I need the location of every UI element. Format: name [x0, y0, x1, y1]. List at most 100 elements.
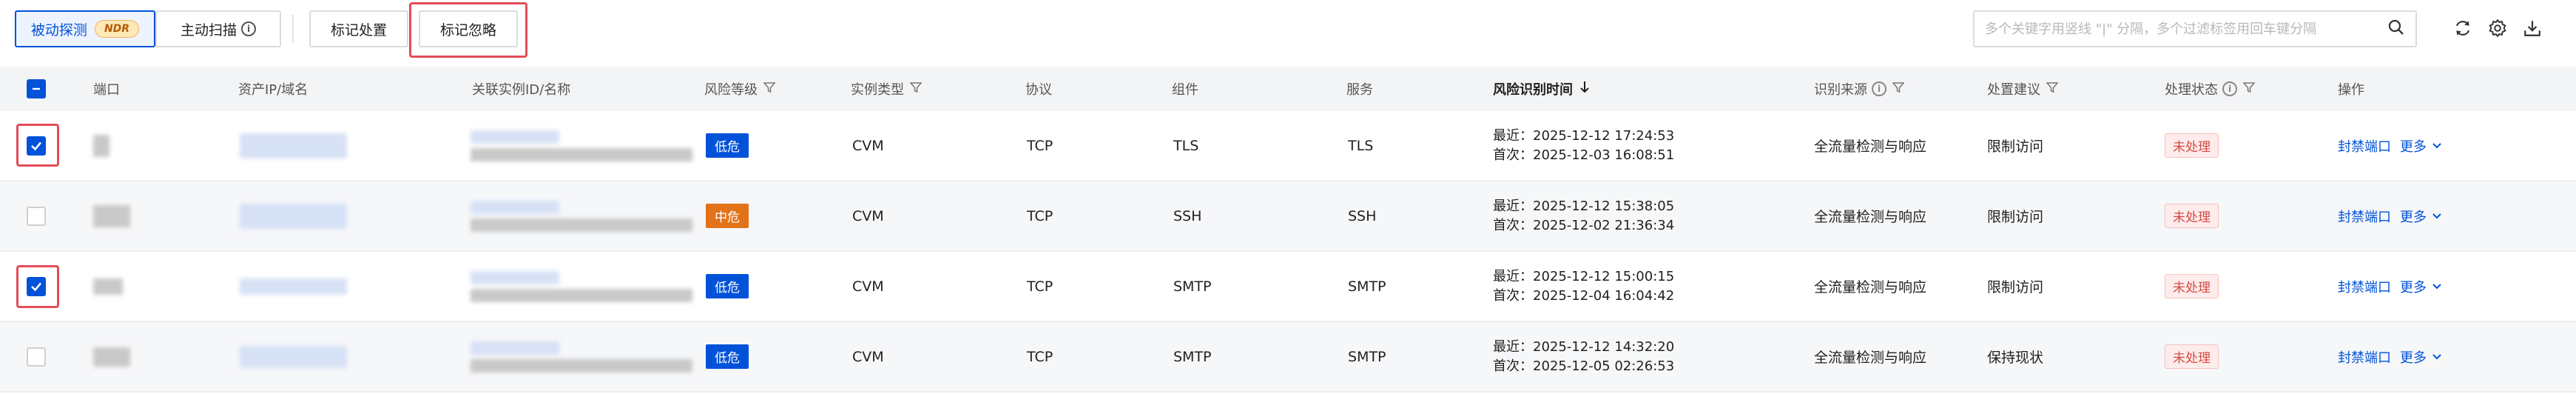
source-value: 全流量检测与响应 — [1814, 279, 1927, 296]
mark-handled-button[interactable]: 标记处置 — [309, 10, 408, 47]
component-value: SSH — [1173, 207, 1202, 224]
block-port-link[interactable]: 封禁端口 — [2338, 347, 2391, 367]
header-risk-level[interactable]: 风险等级 — [704, 67, 776, 111]
component-value: SMTP — [1173, 278, 1212, 295]
chevron-down-icon — [2432, 353, 2441, 359]
more-dropdown[interactable]: 更多 — [2400, 277, 2443, 296]
search-input[interactable] — [1985, 21, 2387, 37]
filter-icon[interactable] — [1892, 81, 1905, 97]
suggestion-value: 保持现状 — [1987, 350, 2044, 366]
port-value — [93, 111, 109, 180]
table-row: 低危 CVM TCP SMTP SMTP 最近：2025-12-12 14:32… — [0, 322, 2576, 393]
header-risk-level-label: 风险等级 — [704, 82, 758, 98]
search-icon[interactable] — [2387, 19, 2405, 40]
instance-value — [471, 252, 692, 321]
port-value — [93, 322, 130, 391]
latest-time: 最近：2025-12-12 15:38:05 — [1493, 198, 1675, 214]
chevron-down-icon — [2432, 142, 2441, 148]
row-checkbox-box[interactable] — [27, 206, 46, 226]
service-value: SMTP — [1348, 278, 1386, 295]
header-source[interactable]: 识别来源 i — [1814, 67, 1905, 111]
port-value — [93, 252, 123, 321]
header-instance-type-label: 实例类型 — [851, 82, 904, 98]
toolbar-divider — [292, 15, 294, 43]
asset-value — [240, 111, 347, 180]
download-icon[interactable] — [2521, 16, 2544, 40]
header-source-label: 识别来源 — [1814, 82, 1867, 98]
highlight-checkbox — [16, 124, 59, 167]
header-component: 组件 — [1172, 82, 1198, 98]
suggestion-value: 限制访问 — [1987, 138, 2044, 155]
header-instance-type[interactable]: 实例类型 — [851, 67, 923, 111]
highlight-mark-ignore — [409, 2, 527, 58]
asset-value — [240, 252, 347, 321]
tab-active-scan[interactable]: 主动扫描 i — [155, 10, 281, 47]
header-service: 服务 — [1346, 82, 1373, 98]
identify-time: 最近：2025-12-12 17:24:53 首次：2025-12-03 16:… — [1493, 111, 1674, 180]
header-instance: 关联实例ID/名称 — [472, 82, 571, 98]
block-port-link[interactable]: 封禁端口 — [2338, 136, 2391, 156]
select-all-checkbox[interactable] — [27, 67, 46, 111]
row-checkbox[interactable] — [27, 181, 46, 250]
service-value: TLS — [1348, 137, 1374, 154]
latest-time: 最近：2025-12-12 15:00:15 — [1493, 268, 1675, 284]
filter-icon[interactable] — [2242, 81, 2256, 97]
latest-time: 最近：2025-12-12 17:24:53 — [1493, 127, 1675, 144]
block-port-link[interactable]: 封禁端口 — [2338, 277, 2391, 296]
more-dropdown[interactable]: 更多 — [2400, 207, 2443, 226]
info-icon: i — [241, 21, 256, 36]
block-port-link[interactable]: 封禁端口 — [2338, 207, 2391, 226]
tab-passive-detection[interactable]: 被动探测 NDR — [15, 10, 155, 47]
header-asset: 资产IP/域名 — [238, 82, 308, 98]
more-dropdown[interactable]: 更多 — [2400, 136, 2443, 156]
header-port: 端口 — [93, 82, 120, 98]
filter-icon[interactable] — [909, 81, 923, 97]
suggestion-value: 限制访问 — [1987, 209, 2044, 225]
identify-time: 最近：2025-12-12 14:32:20 首次：2025-12-05 02:… — [1493, 322, 1674, 391]
sort-down-icon[interactable] — [1579, 81, 1591, 98]
row-checkbox[interactable] — [27, 322, 46, 391]
more-label: 更多 — [2400, 350, 2427, 366]
table-row: 低危 CVM TCP SMTP SMTP 最近：2025-12-12 15:00… — [0, 252, 2576, 322]
more-label: 更多 — [2400, 138, 2427, 155]
suggestion-value: 限制访问 — [1987, 279, 2044, 296]
first-time: 首次：2025-12-04 16:04:42 — [1493, 287, 1675, 304]
ndr-badge: NDR — [94, 20, 140, 38]
row-actions: 封禁端口 更多 — [2338, 181, 2443, 250]
header-status-label: 处理状态 — [2165, 82, 2218, 98]
first-time: 首次：2025-12-02 21:36:34 — [1493, 217, 1675, 233]
filter-icon[interactable] — [2046, 81, 2059, 97]
info-icon: i — [1872, 81, 1887, 96]
source-value: 全流量检测与响应 — [1814, 138, 1927, 155]
row-actions: 封禁端口 更多 — [2338, 252, 2443, 321]
instance-type-value: CVM — [852, 207, 884, 224]
status-badge: 未处理 — [2165, 181, 2219, 250]
service-value: SSH — [1348, 207, 1377, 224]
first-time: 首次：2025-12-05 02:26:53 — [1493, 358, 1675, 374]
row-checkbox-box[interactable] — [27, 347, 46, 367]
row-actions: 封禁端口 更多 — [2338, 322, 2443, 391]
settings-icon[interactable] — [2486, 16, 2509, 40]
service-value: SMTP — [1348, 348, 1386, 365]
header-identify-time[interactable]: 风险识别时间 — [1493, 67, 1591, 111]
info-icon: i — [2222, 81, 2237, 96]
select-all-box[interactable] — [27, 79, 46, 98]
component-value: SMTP — [1173, 348, 1212, 365]
header-protocol: 协议 — [1025, 82, 1052, 98]
refresh-icon[interactable] — [2451, 16, 2475, 40]
protocol-value: TCP — [1027, 137, 1053, 154]
header-identify-time-label: 风险识别时间 — [1493, 82, 1573, 98]
search-box[interactable] — [1973, 10, 2417, 47]
header-status[interactable]: 处理状态 i — [2165, 67, 2256, 111]
more-label: 更多 — [2400, 279, 2427, 296]
header-suggestion-label: 处置建议 — [1987, 82, 2040, 98]
filter-icon[interactable] — [763, 81, 776, 97]
more-dropdown[interactable]: 更多 — [2400, 347, 2443, 367]
status-badge: 未处理 — [2165, 322, 2219, 391]
highlight-checkbox — [16, 265, 59, 308]
latest-time: 最近：2025-12-12 14:32:20 — [1493, 338, 1675, 355]
instance-type-value: CVM — [852, 137, 884, 154]
risk-level-tag: 低危 — [706, 252, 749, 321]
header-suggestion[interactable]: 处置建议 — [1987, 67, 2059, 111]
component-value: TLS — [1173, 137, 1199, 154]
